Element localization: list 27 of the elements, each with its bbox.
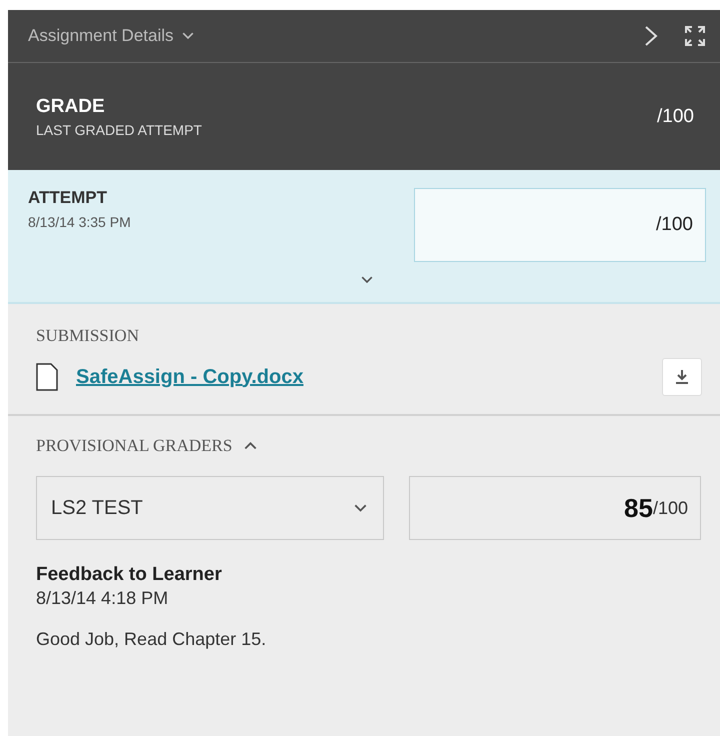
feedback-text: Good Job, Read Chapter 15. [36, 629, 268, 650]
score-max: /100 [652, 498, 688, 518]
expand-button[interactable] [684, 25, 706, 47]
download-icon [675, 369, 689, 385]
feedback-title: Feedback to Learner [36, 564, 223, 586]
file-link[interactable]: SafeAssign - Copy.docx [76, 366, 304, 388]
grade-title: GRADE [36, 96, 106, 118]
caret-icon [182, 32, 194, 40]
grader-select[interactable]: LS2 TEST [36, 476, 384, 540]
chevron-icon [361, 276, 373, 284]
feedback-date: 8/13/14 4:18 PM [36, 588, 170, 609]
panel-title-dropdown[interactable]: Assignment Details [28, 26, 194, 46]
attempt-expand-toggle[interactable] [361, 276, 373, 284]
provisional-graders-toggle[interactable]: PROVISIONAL GRADERS [36, 436, 702, 456]
attempt-grade-field[interactable]: /100 [414, 188, 706, 262]
document-icon [36, 363, 58, 391]
chevron-icon [244, 442, 258, 450]
next-button[interactable] [644, 25, 658, 47]
grade-value: /100 [657, 106, 694, 128]
attempt-date: 8/13/14 3:35 PM [28, 214, 132, 230]
caret-icon [354, 504, 367, 512]
download-button[interactable] [662, 358, 702, 396]
attempt-title: ATTEMPT [28, 188, 108, 208]
grader-score-field[interactable]: 85/100 [409, 476, 701, 540]
grade-subtitle: LAST GRADED ATTEMPT [36, 122, 203, 138]
submission-heading: SUBMISSION [36, 326, 140, 346]
score-value: 85 [624, 492, 653, 524]
